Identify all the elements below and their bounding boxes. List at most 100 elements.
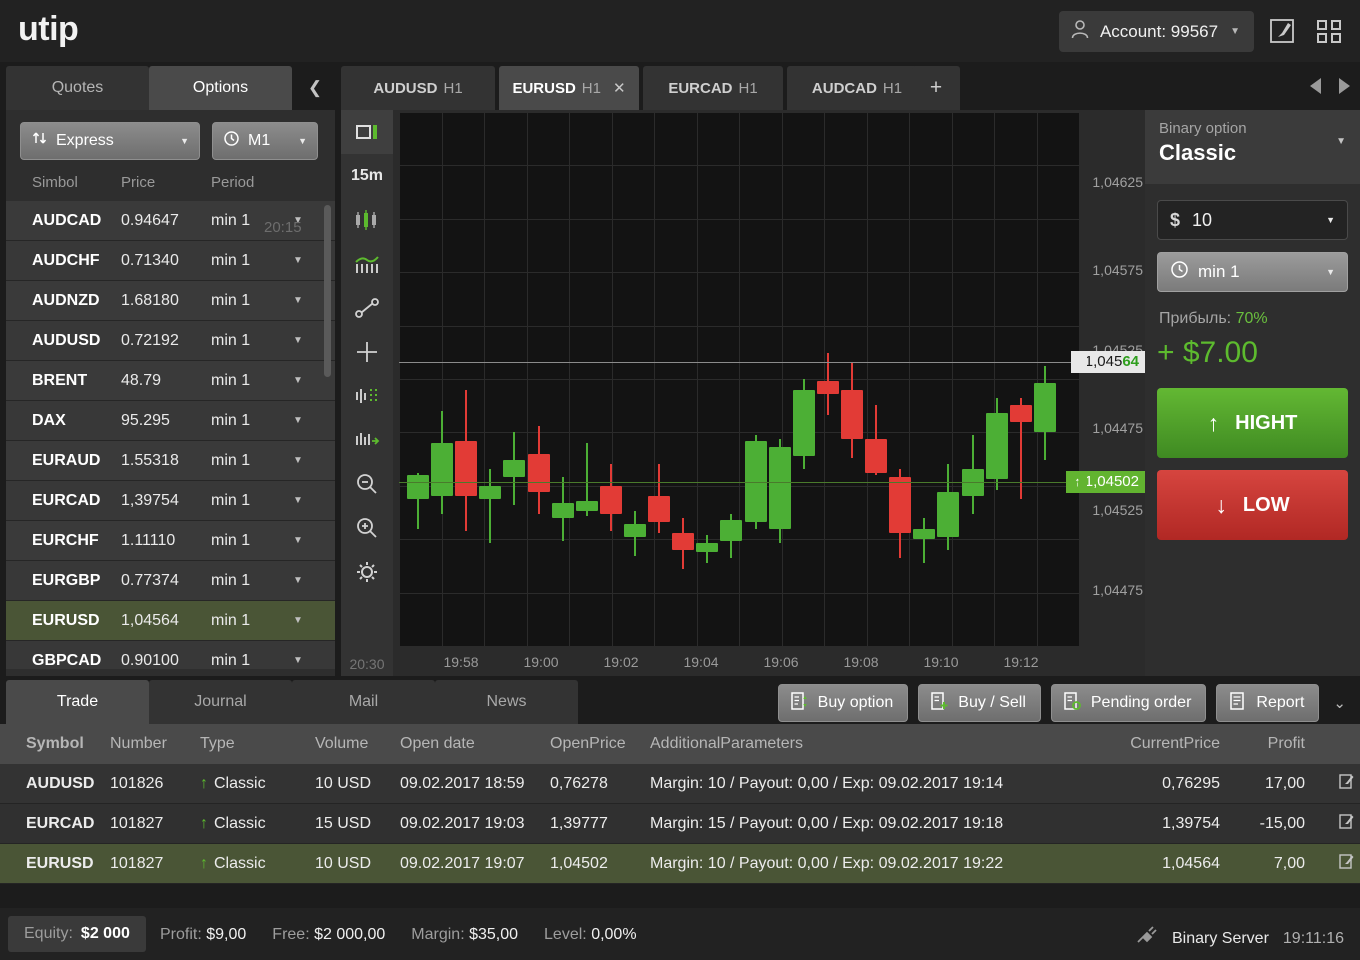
low-button[interactable]: ↓ LOW — [1157, 470, 1348, 540]
express-filter-dropdown[interactable]: Express ▼ — [20, 122, 200, 160]
sidebar-collapse-button[interactable]: ❮ — [296, 66, 334, 110]
candle — [672, 112, 694, 646]
edit-icon[interactable] — [1338, 813, 1355, 835]
hight-button[interactable]: ↑ HIGHT — [1157, 388, 1348, 458]
trade-row[interactable]: AUDUSD101826↑Classic10 USD09.02.2017 18:… — [0, 764, 1360, 804]
chart-tab-eurusd[interactable]: EURUSDH1✕ — [499, 66, 639, 110]
symbol-row[interactable]: EURGBP0.77374min 1▼ — [6, 561, 335, 601]
chart-tab-audcad[interactable]: AUDCADH1 — [787, 66, 927, 110]
chart-tab-timeframe: H1 — [883, 80, 902, 97]
symbol-price: 1.68180 — [121, 292, 211, 310]
chart-tab-audusd[interactable]: AUDUSDH1 — [341, 66, 495, 110]
zoom-in-icon[interactable] — [341, 506, 393, 550]
chevron-down-icon[interactable]: ▼ — [283, 375, 313, 386]
trade-row[interactable]: EURUSD101827↑Classic10 USD09.02.2017 19:… — [0, 844, 1360, 884]
bottom-tab-journal[interactable]: Journal — [149, 680, 292, 724]
add-chart-tab-button[interactable]: + — [912, 66, 960, 110]
chevron-down-icon[interactable]: ▼ — [283, 255, 313, 266]
trade-table-header: Symbol Number Type Volume Open date Open… — [0, 724, 1360, 764]
symbol-row[interactable]: EURUSD1,04564min 1▼ — [6, 601, 335, 641]
candle-body — [865, 439, 887, 473]
chart-timeframe-button[interactable]: 15m — [341, 154, 393, 198]
column-current-price: CurrentPrice — [1100, 735, 1220, 753]
candle — [1034, 112, 1056, 646]
report-button[interactable]: Report — [1216, 684, 1319, 722]
column-symbol: Simbol — [6, 174, 121, 191]
settings-icon[interactable] — [341, 550, 393, 594]
chevron-down-icon: ▼ — [298, 136, 307, 146]
trade-current-price: 1,39754 — [1100, 815, 1220, 833]
duration-selector[interactable]: min 1 ▼ — [1157, 252, 1348, 292]
trendline-icon[interactable] — [341, 286, 393, 330]
symbol-list-scrollbar[interactable] — [324, 205, 331, 377]
sidebar-tab-options[interactable]: Options — [149, 66, 292, 110]
buy-option-button[interactable]: Buy option — [778, 684, 909, 722]
amount-selector[interactable]: $ 10 ▼ — [1157, 200, 1348, 240]
grid-layout-icon[interactable] — [1314, 16, 1344, 51]
symbol-row[interactable]: GBPCAD0.90100min 1▼ — [6, 641, 335, 669]
bottom-tab-news[interactable]: News — [435, 680, 578, 724]
bottom-tab-mail[interactable]: Mail — [292, 680, 435, 724]
account-selector[interactable]: Account: 99567 ▼ — [1059, 11, 1254, 52]
tab-nav-next-button[interactable] — [1339, 78, 1350, 94]
trade-row[interactable]: EURCAD101827↑Classic15 USD09.02.2017 19:… — [0, 804, 1360, 844]
candlestick-icon[interactable] — [341, 198, 393, 242]
chevron-down-icon[interactable]: ▼ — [283, 655, 313, 666]
bottom-tab-trade[interactable]: Trade — [6, 680, 149, 724]
pending-order-button[interactable]: Pending order — [1051, 684, 1207, 722]
expand-panel-button[interactable]: ⌄ — [1329, 694, 1350, 712]
period-filter-dropdown[interactable]: M1 ▼ — [212, 122, 318, 160]
chevron-down-icon[interactable]: ▼ — [283, 575, 313, 586]
chevron-down-icon[interactable]: ▼ — [283, 495, 313, 506]
trade-type: ↑Classic — [175, 815, 315, 833]
candle-body — [1010, 405, 1032, 422]
clock-icon — [223, 130, 240, 152]
symbol-row[interactable]: DAX95.295min 1▼ — [6, 401, 335, 441]
profit-label: Прибыль: — [1159, 310, 1231, 327]
chevron-down-icon[interactable]: ▼ — [283, 415, 313, 426]
chevron-down-icon[interactable]: ▼ — [283, 535, 313, 546]
binary-option-type-selector[interactable]: Binary option Classic ▼ — [1145, 110, 1360, 184]
trade-profit: 17,00 — [1220, 775, 1305, 793]
chevron-down-icon: ▼ — [1326, 215, 1335, 225]
symbol-row[interactable]: EURAUD1.55318min 1▼ — [6, 441, 335, 481]
chevron-down-icon[interactable]: ▼ — [283, 615, 313, 626]
stat-value: $35,00 — [469, 926, 518, 943]
chart-type-icon[interactable] — [341, 110, 393, 154]
symbol-row[interactable]: EURCAD1,39754min 1▼ — [6, 481, 335, 521]
chevron-down-icon[interactable]: ▼ — [283, 335, 313, 346]
symbol-row[interactable]: AUDUSD0.72192min 1▼ — [6, 321, 335, 361]
chevron-down-icon[interactable]: ▼ — [283, 215, 313, 226]
indicator-icon[interactable] — [341, 242, 393, 286]
chevron-down-icon[interactable]: ▼ — [283, 455, 313, 466]
sidebar-tab-quotes[interactable]: Quotes — [6, 66, 149, 110]
edit-icon[interactable] — [1338, 773, 1355, 795]
time-axis: 19:5819:0019:0219:0419:0619:0819:1019:12 — [399, 648, 1079, 676]
edit-icon[interactable] — [1338, 853, 1355, 875]
zoom-out-icon[interactable] — [341, 462, 393, 506]
chevron-down-icon[interactable]: ▼ — [283, 295, 313, 306]
candle-body — [576, 501, 598, 512]
symbol-row[interactable]: BRENT48.79min 1▼ — [6, 361, 335, 401]
symbol-row[interactable]: AUDCAD0.94647min 1▼ — [6, 201, 335, 241]
buy-sell-button[interactable]: Buy / Sell — [918, 684, 1041, 722]
candle — [576, 112, 598, 646]
forecast-icon[interactable] — [341, 418, 393, 462]
grid-icon[interactable] — [341, 374, 393, 418]
candlestick-plot[interactable] — [399, 112, 1079, 646]
trade-type-label: Classic — [214, 815, 266, 832]
symbol-row[interactable]: AUDCHF0.71340min 1▼ — [6, 241, 335, 281]
crosshair-icon[interactable] — [341, 330, 393, 374]
close-icon[interactable]: ✕ — [613, 79, 626, 97]
chart-tab-symbol: EURUSD — [512, 80, 575, 97]
chart-tab-eurcad[interactable]: EURCADH1 — [643, 66, 783, 110]
symbol-period: min 1 — [211, 212, 283, 230]
candle — [745, 112, 767, 646]
symbol-row[interactable]: AUDNZD1.68180min 1▼ — [6, 281, 335, 321]
brush-edit-icon[interactable] — [1268, 16, 1298, 51]
symbol-row[interactable]: EURCHF1.11110min 1▼ — [6, 521, 335, 561]
current-price-line — [399, 362, 1079, 363]
trade-symbol: EURUSD — [0, 855, 110, 873]
candle-body — [455, 441, 477, 497]
tab-nav-prev-button[interactable] — [1310, 78, 1321, 94]
